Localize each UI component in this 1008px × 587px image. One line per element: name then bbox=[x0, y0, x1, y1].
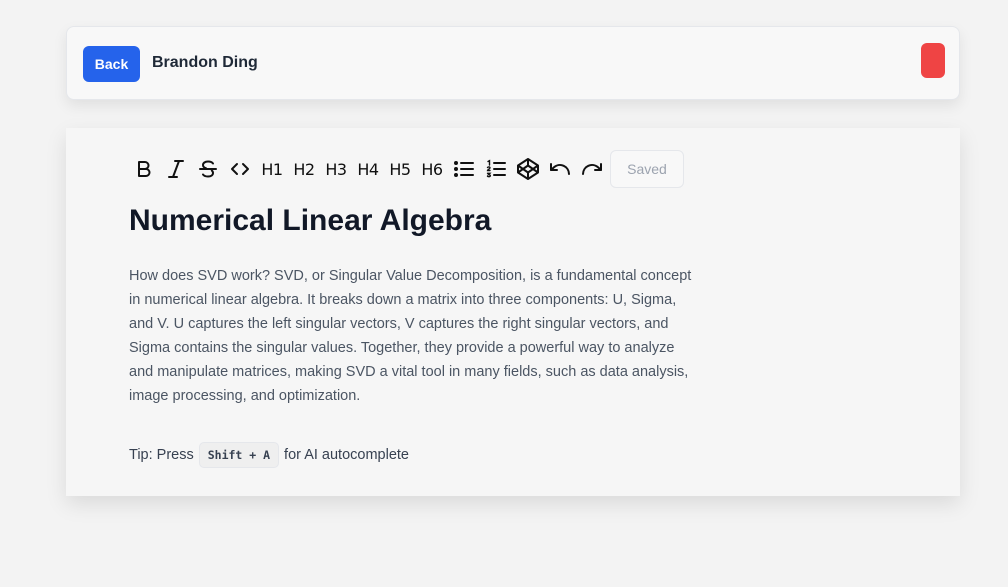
autocomplete-tip: Tip: Press Shift + A for AI autocomplete bbox=[129, 441, 409, 469]
bold-icon bbox=[138, 161, 151, 177]
top-bar: Back Brandon Ding bbox=[66, 26, 960, 100]
strikethrough-icon bbox=[199, 160, 217, 178]
heading-1-icon: H1 bbox=[261, 159, 283, 179]
user-name: Brandon Ding bbox=[152, 54, 258, 71]
editor-card: H1 H2 H3 H4 H5 H6 Saved Numerical Linear… bbox=[66, 128, 960, 496]
document-body[interactable]: How does SVD work? SVD, or Singular Valu… bbox=[129, 264, 695, 408]
tip-prefix: Tip: Press bbox=[129, 447, 194, 463]
save-status: Saved bbox=[610, 150, 684, 188]
italic-icon bbox=[168, 160, 184, 178]
heading-3-button[interactable]: H3 bbox=[320, 150, 352, 188]
delete-button[interactable] bbox=[921, 43, 945, 78]
document-title[interactable]: Numerical Linear Algebra bbox=[129, 204, 491, 238]
heading-4-button[interactable]: H4 bbox=[352, 150, 384, 188]
bold-button[interactable] bbox=[128, 150, 160, 188]
heading-2-icon: H2 bbox=[293, 159, 315, 179]
heading-5-button[interactable]: H5 bbox=[384, 150, 416, 188]
heading-1-button[interactable]: H1 bbox=[256, 150, 288, 188]
back-button[interactable]: Back bbox=[83, 46, 140, 82]
code-icon bbox=[231, 163, 249, 175]
undo-button[interactable] bbox=[544, 150, 576, 188]
codepen-button[interactable] bbox=[512, 150, 544, 188]
ordered-list-button[interactable] bbox=[480, 150, 512, 188]
italic-button[interactable] bbox=[160, 150, 192, 188]
ordered-list-icon bbox=[486, 159, 506, 178]
strikethrough-button[interactable] bbox=[192, 150, 224, 188]
heading-6-icon: H6 bbox=[421, 159, 443, 179]
bullet-list-icon bbox=[454, 161, 474, 177]
shortcut-key: Shift + A bbox=[198, 442, 280, 468]
redo-icon bbox=[582, 163, 602, 175]
heading-6-button[interactable]: H6 bbox=[416, 150, 448, 188]
redo-button[interactable] bbox=[576, 150, 608, 188]
heading-3-icon: H3 bbox=[325, 159, 347, 179]
codepen-icon bbox=[517, 158, 539, 180]
bullet-list-button[interactable] bbox=[448, 150, 480, 188]
tip-suffix: for AI autocomplete bbox=[284, 447, 409, 463]
heading-4-icon: H4 bbox=[357, 159, 379, 179]
heading-2-button[interactable]: H2 bbox=[288, 150, 320, 188]
undo-icon bbox=[550, 163, 570, 175]
editor-toolbar: H1 H2 H3 H4 H5 H6 Saved bbox=[128, 150, 684, 188]
heading-5-icon: H5 bbox=[389, 159, 411, 179]
code-button[interactable] bbox=[224, 150, 256, 188]
